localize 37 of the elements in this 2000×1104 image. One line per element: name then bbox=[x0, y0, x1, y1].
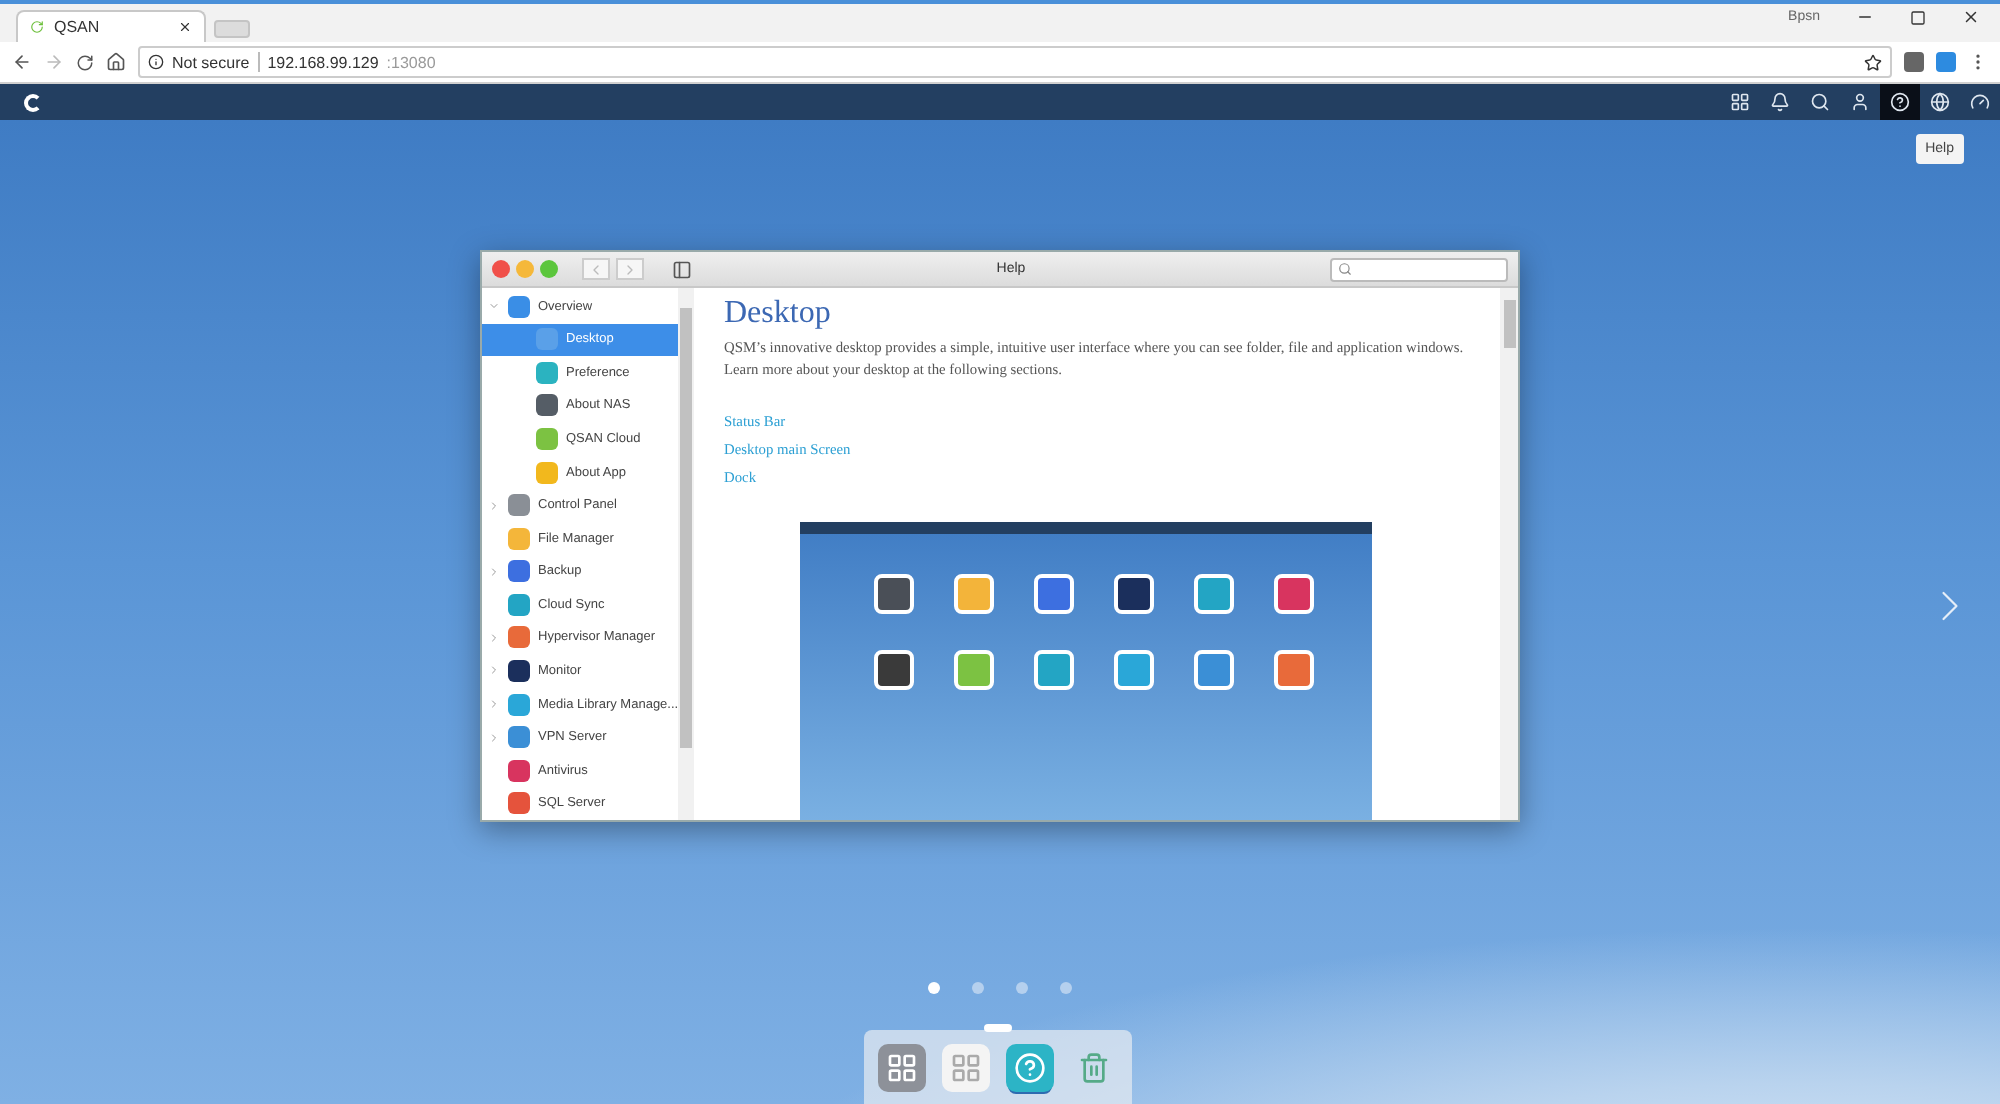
logo-icon[interactable] bbox=[24, 93, 42, 111]
close-icon[interactable] bbox=[178, 20, 192, 34]
chevron-left-icon bbox=[588, 261, 604, 277]
scrollbar[interactable] bbox=[678, 288, 695, 820]
page-dot[interactable] bbox=[928, 982, 940, 994]
expand-caret-icon[interactable] bbox=[488, 631, 500, 644]
close-icon[interactable] bbox=[1962, 8, 1980, 26]
expand-caret-icon[interactable] bbox=[488, 664, 500, 677]
home-icon[interactable] bbox=[106, 52, 126, 72]
expand-caret-icon[interactable] bbox=[488, 300, 500, 313]
expand-caret-icon[interactable] bbox=[488, 499, 500, 512]
reload-icon[interactable] bbox=[76, 53, 94, 71]
expand-caret-icon[interactable] bbox=[488, 565, 500, 578]
back-icon[interactable] bbox=[12, 52, 32, 72]
forward-icon[interactable] bbox=[44, 52, 64, 72]
extension-icon[interactable] bbox=[1904, 52, 1924, 72]
scrollbar[interactable] bbox=[1500, 288, 1518, 820]
page-dot[interactable] bbox=[972, 982, 984, 994]
browser-tab[interactable]: QSAN bbox=[16, 10, 206, 42]
back-button[interactable] bbox=[582, 258, 610, 280]
page-heading: Desktop bbox=[724, 296, 833, 332]
info-icon[interactable] bbox=[148, 54, 164, 70]
new-tab-button[interactable] bbox=[214, 20, 250, 38]
forward-button[interactable] bbox=[616, 258, 644, 280]
page-dot[interactable] bbox=[1060, 982, 1072, 994]
expand-caret-icon[interactable] bbox=[488, 698, 500, 711]
chevron-right-icon bbox=[622, 261, 638, 277]
star-icon[interactable] bbox=[1864, 53, 1882, 71]
sidebar-toggle-icon[interactable] bbox=[672, 259, 692, 279]
address-field[interactable]: Not secure 192.168.99.129 :13080 bbox=[138, 46, 1892, 78]
page-dot[interactable] bbox=[1016, 982, 1028, 994]
search-field[interactable] bbox=[1330, 257, 1508, 281]
expand-caret-icon[interactable] bbox=[488, 731, 500, 744]
loading-icon bbox=[30, 20, 44, 34]
help-icon[interactable] bbox=[1880, 84, 1920, 120]
maximize-icon[interactable] bbox=[1910, 9, 1926, 25]
search-icon bbox=[1338, 262, 1352, 276]
